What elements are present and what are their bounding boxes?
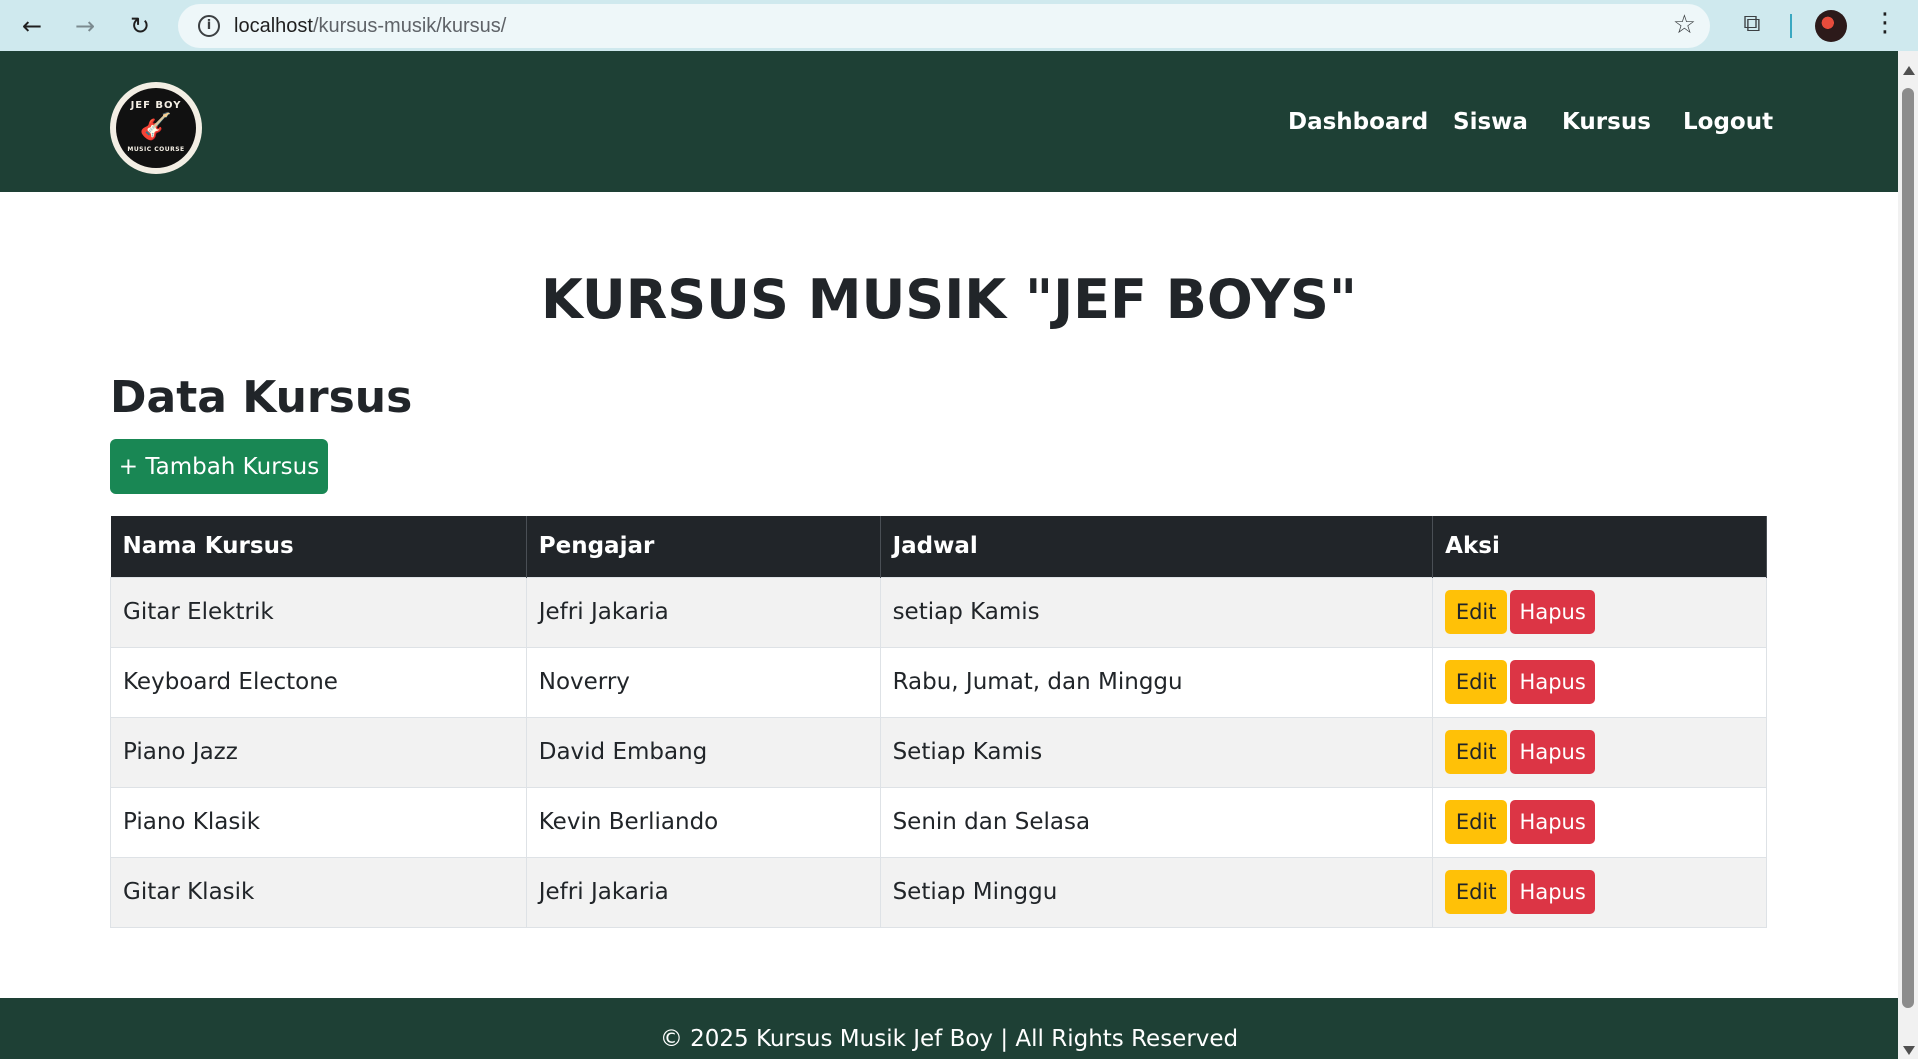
header-jadwal: Jadwal <box>880 516 1434 577</box>
table-row: Piano Jazz David Embang Setiap Kamis Edi… <box>110 716 1767 788</box>
logo-emblem: JEF BOY 🎸 MUSIC COURSE <box>116 88 196 168</box>
reload-icon[interactable]: ↻ <box>122 8 158 44</box>
nav-dashboard[interactable]: Dashboard <box>1288 109 1428 135</box>
toolbar-divider <box>1790 14 1792 38</box>
more-menu-icon[interactable]: ⋮ <box>1872 8 1898 38</box>
nav-kursus[interactable]: Kursus <box>1562 109 1651 135</box>
cell-jadwal: setiap Kamis <box>879 576 1434 648</box>
page-title: KURSUS MUSIK "JEF BOYS" <box>540 268 1358 331</box>
cell-nama-kursus: Gitar Elektrik <box>110 576 527 648</box>
cell-pengajar: Noverry <box>525 646 881 718</box>
add-course-button[interactable]: + Tambah Kursus <box>110 439 328 494</box>
table-row: Gitar Klasik Jefri Jakaria Setiap Minggu… <box>110 856 1767 928</box>
bookmark-star-icon[interactable]: ☆ <box>1673 10 1696 40</box>
footer-copyright: © 2025 Kursus Musik Jef Boy | All Rights… <box>659 1026 1239 1052</box>
brand-logo[interactable]: JEF BOY 🎸 MUSIC COURSE <box>110 82 202 174</box>
cell-jadwal: Setiap Minggu <box>879 856 1434 928</box>
edit-button[interactable]: Edit <box>1445 660 1508 704</box>
site-info-icon[interactable]: i <box>198 15 220 37</box>
cell-pengajar: David Embang <box>525 716 881 788</box>
delete-button[interactable]: Hapus <box>1510 870 1596 914</box>
scroll-up-arrow-icon[interactable] <box>1903 66 1915 75</box>
cell-jadwal: Setiap Kamis <box>879 716 1434 788</box>
cell-aksi: Edit Hapus <box>1432 716 1767 788</box>
delete-button[interactable]: Hapus <box>1510 800 1596 844</box>
nav-siswa[interactable]: Siswa <box>1453 109 1528 135</box>
scroll-down-arrow-icon[interactable] <box>1903 1046 1915 1055</box>
nav-logout[interactable]: Logout <box>1683 109 1773 135</box>
cell-aksi: Edit Hapus <box>1432 576 1767 648</box>
back-arrow-icon[interactable]: ← <box>14 8 50 44</box>
cell-nama-kursus: Keyboard Electone <box>110 646 527 718</box>
cell-jadwal: Rabu, Jumat, dan Minggu <box>879 646 1434 718</box>
cell-pengajar: Jefri Jakaria <box>525 856 881 928</box>
cell-pengajar: Jefri Jakaria <box>525 576 881 648</box>
cell-nama-kursus: Gitar Klasik <box>110 856 527 928</box>
site-navbar: JEF BOY 🎸 MUSIC COURSE Dashboard Siswa K… <box>0 51 1898 192</box>
browser-toolbar: ← → ↻ i localhost/kursus-musik/kursus/ ☆… <box>0 0 1918 51</box>
logo-top-text: JEF BOY <box>130 100 182 111</box>
profile-avatar[interactable] <box>1815 10 1847 42</box>
table-row: Gitar Elektrik Jefri Jakaria setiap Kami… <box>110 576 1767 648</box>
edit-button[interactable]: Edit <box>1445 590 1508 634</box>
guitar-icon: 🎸 <box>139 112 173 142</box>
scrollbar-thumb[interactable] <box>1902 88 1914 1008</box>
cell-aksi: Edit Hapus <box>1432 786 1767 858</box>
header-aksi: Aksi <box>1432 516 1767 577</box>
header-nama-kursus: Nama Kursus <box>110 516 527 577</box>
site-footer: © 2025 Kursus Musik Jef Boy | All Rights… <box>0 998 1898 1059</box>
url-text: localhost/kursus-musik/kursus/ <box>234 15 507 37</box>
edit-button[interactable]: Edit <box>1445 730 1508 774</box>
cell-nama-kursus: Piano Jazz <box>110 716 527 788</box>
cell-aksi: Edit Hapus <box>1432 856 1767 928</box>
cell-nama-kursus: Piano Klasik <box>110 786 527 858</box>
cell-aksi: Edit Hapus <box>1432 646 1767 718</box>
courses-table: Nama Kursus Pengajar Jadwal Aksi Gitar E… <box>110 516 1767 928</box>
extensions-icon[interactable]: ⧉ <box>1736 9 1768 41</box>
table-row: Keyboard Electone Noverry Rabu, Jumat, d… <box>110 646 1767 718</box>
delete-button[interactable]: Hapus <box>1510 660 1596 704</box>
edit-button[interactable]: Edit <box>1445 870 1508 914</box>
logo-bottom-text: MUSIC COURSE <box>127 146 185 153</box>
edit-button[interactable]: Edit <box>1445 800 1508 844</box>
table-header-row: Nama Kursus Pengajar Jadwal Aksi <box>110 516 1767 577</box>
cell-pengajar: Kevin Berliando <box>525 786 881 858</box>
forward-arrow-icon[interactable]: → <box>67 8 103 44</box>
cell-jadwal: Senin dan Selasa <box>879 786 1434 858</box>
table-row: Piano Klasik Kevin Berliando Senin dan S… <box>110 786 1767 858</box>
delete-button[interactable]: Hapus <box>1510 590 1596 634</box>
header-pengajar: Pengajar <box>526 516 881 577</box>
address-bar[interactable]: i localhost/kursus-musik/kursus/ ☆ <box>178 4 1710 48</box>
delete-button[interactable]: Hapus <box>1510 730 1596 774</box>
section-title: Data Kursus <box>110 372 413 423</box>
